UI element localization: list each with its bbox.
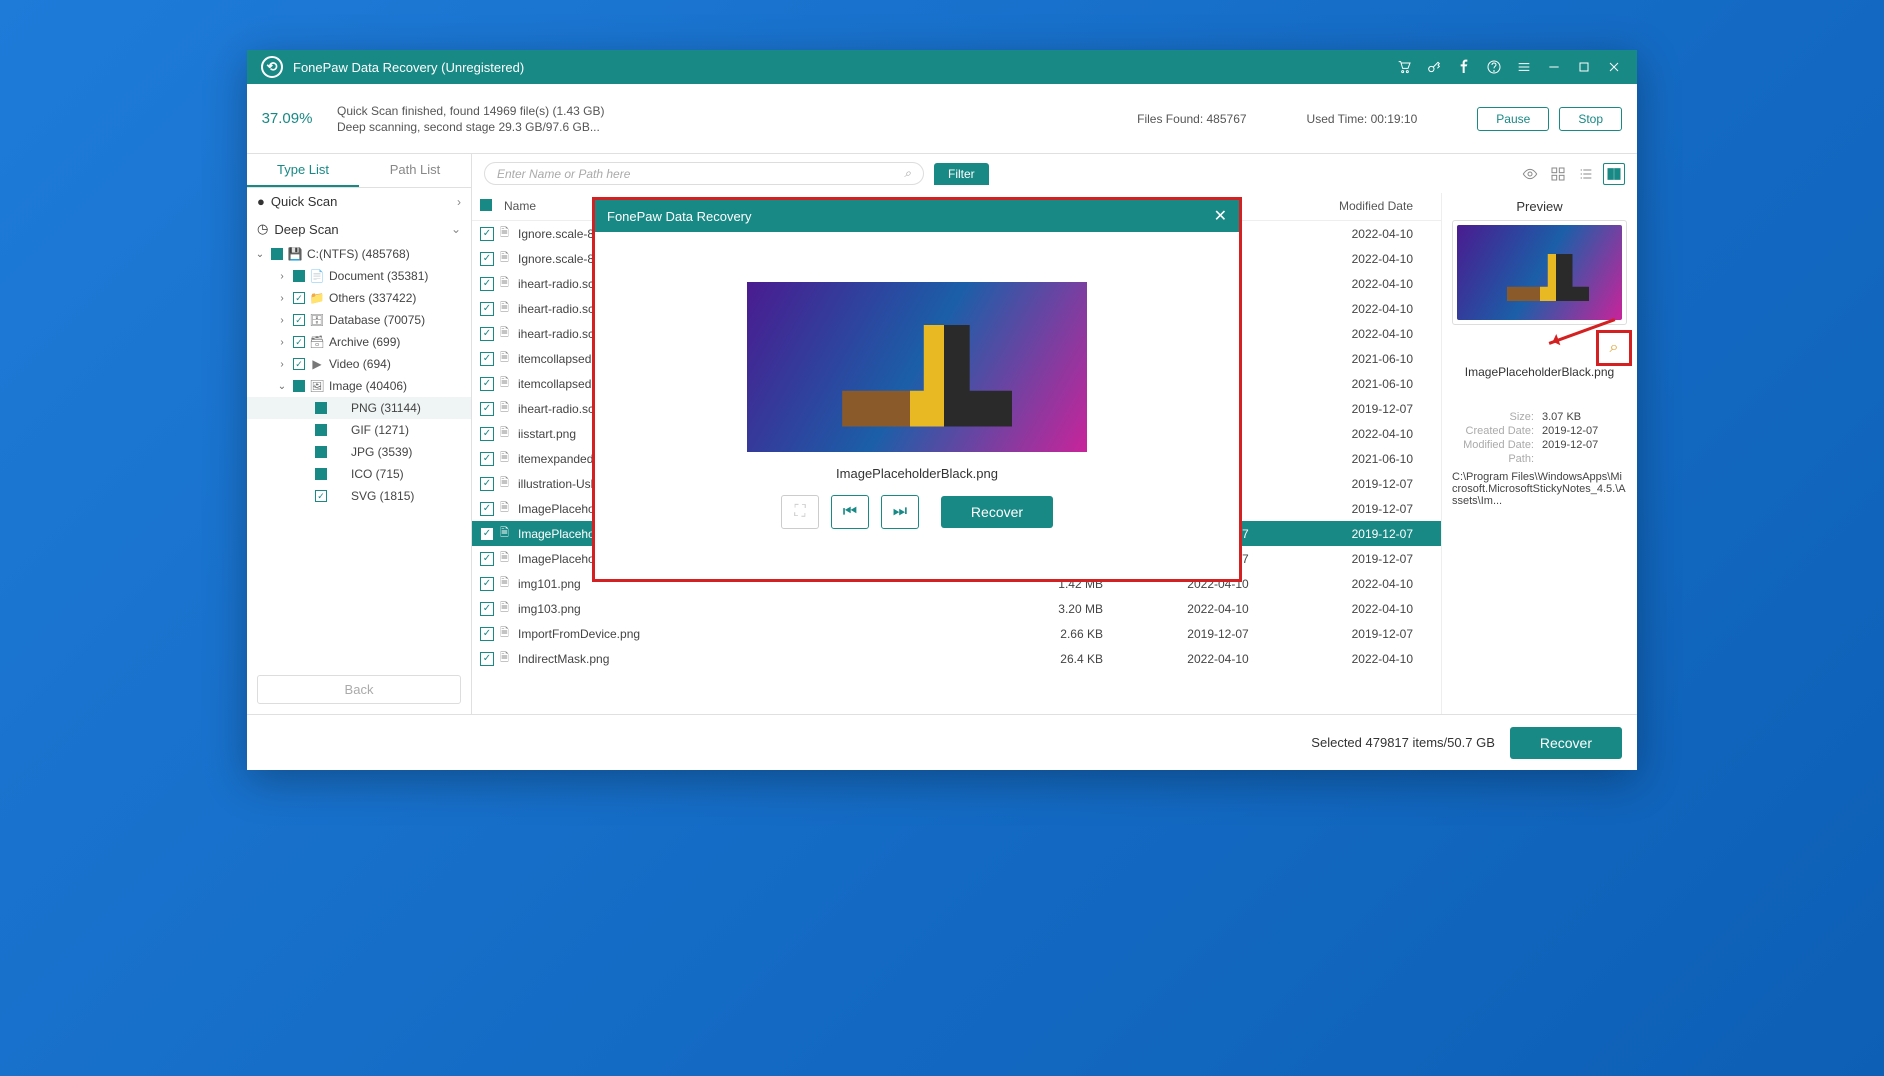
modal-image [747, 282, 1087, 452]
app-logo-icon: ⟲ [261, 56, 283, 78]
tree-node[interactable]: ⌄🖼Image (40406) [247, 375, 471, 397]
scan-percent: 37.09% [247, 84, 327, 154]
used-time: Used Time: 00:19:10 [1307, 112, 1418, 126]
app-title: FonePaw Data Recovery (Unregistered) [293, 60, 524, 75]
footer: Selected 479817 items/50.7 GB Recover [247, 714, 1637, 770]
preview-zoom-icon[interactable]: ⌕ [1596, 330, 1632, 366]
file-tree: ⌄💾C:(NTFS) (485768)›📄Document (35381)›✓📁… [247, 243, 471, 665]
facebook-icon[interactable] [1449, 52, 1479, 82]
scan-info: Quick Scan finished, found 14969 file(s)… [327, 102, 1137, 136]
col-modified[interactable]: Modified Date [1303, 199, 1433, 214]
status-bar: 37.09% Quick Scan finished, found 14969 … [247, 84, 1637, 154]
deep-scan-info: Deep scanning, second stage 29.3 GB/97.6… [337, 120, 1137, 134]
selection-info: Selected 479817 items/50.7 GB [1311, 735, 1495, 750]
preview-path: C:\Program Files\WindowsApps\Microsoft.M… [1452, 471, 1627, 507]
pause-button[interactable]: Pause [1477, 107, 1549, 131]
tree-node[interactable]: ⌄💾C:(NTFS) (485768) [247, 243, 471, 265]
list-view-icon[interactable] [1575, 163, 1597, 185]
preview-modal: FonePaw Data Recovery ✕ ImagePlaceholder… [595, 200, 1239, 579]
preview-image [1457, 225, 1622, 320]
modal-title: FonePaw Data Recovery [607, 209, 752, 224]
titlebar: ⟲ FonePaw Data Recovery (Unregistered) [247, 50, 1637, 84]
sidebar: Type List Path List ●Quick Scan› ◷Deep S… [247, 154, 472, 714]
back-button[interactable]: Back [257, 675, 461, 704]
modal-next-icon[interactable]: ⏭ [881, 495, 919, 529]
modal-expand-icon[interactable]: ⛶ [781, 495, 819, 529]
menu-icon[interactable] [1509, 52, 1539, 82]
help-icon[interactable] [1479, 52, 1509, 82]
tree-node[interactable]: ›✓🗄Database (70075) [247, 309, 471, 331]
preview-modal-highlight: FonePaw Data Recovery ✕ ImagePlaceholder… [592, 197, 1242, 582]
file-row[interactable]: ✓🗎img103.png3.20 MB2022-04-102022-04-10 [472, 596, 1441, 621]
modal-close-icon[interactable]: ✕ [1214, 206, 1227, 226]
tree-node[interactable]: ›📄Document (35381) [247, 265, 471, 287]
file-row[interactable]: ✓🗎IndirectMask.png26.4 KB2022-04-102022-… [472, 646, 1441, 671]
tree-node[interactable]: JPG (3539) [247, 441, 471, 463]
modal-prev-icon[interactable]: ⏮ [831, 495, 869, 529]
cart-icon[interactable] [1389, 52, 1419, 82]
preview-header: Preview [1452, 199, 1627, 214]
search-icon[interactable]: ⌕ [904, 166, 911, 181]
grid-view-icon[interactable] [1547, 163, 1569, 185]
preview-box: ⌕ [1452, 220, 1627, 325]
preview-panel: Preview ⌕ ImagePlaceholderBlack.png Size… [1442, 193, 1637, 714]
stop-button[interactable]: Stop [1559, 107, 1622, 131]
close-icon[interactable] [1599, 52, 1629, 82]
tab-path-list[interactable]: Path List [359, 154, 471, 187]
search-input[interactable]: Enter Name or Path here ⌕ [484, 162, 924, 185]
tab-type-list[interactable]: Type List [247, 154, 359, 187]
detail-view-icon[interactable] [1603, 163, 1625, 185]
modal-recover-button[interactable]: Recover [941, 496, 1053, 528]
tree-node[interactable]: ›✓🗃Archive (699) [247, 331, 471, 353]
deep-scan-section[interactable]: ◷Deep Scan⌄ [247, 215, 471, 243]
quick-scan-info: Quick Scan finished, found 14969 file(s)… [337, 104, 1137, 118]
quick-scan-section[interactable]: ●Quick Scan› [247, 188, 471, 215]
preview-filename: ImagePlaceholderBlack.png [1452, 365, 1627, 379]
key-icon[interactable] [1419, 52, 1449, 82]
tree-node[interactable]: GIF (1271) [247, 419, 471, 441]
recover-button[interactable]: Recover [1510, 727, 1622, 759]
tree-node[interactable]: ›✓📁Others (337422) [247, 287, 471, 309]
app-window: ⟲ FonePaw Data Recovery (Unregistered) 3… [247, 50, 1637, 770]
modal-filename: ImagePlaceholderBlack.png [836, 466, 998, 481]
tree-node[interactable]: ICO (715) [247, 463, 471, 485]
maximize-icon[interactable] [1569, 52, 1599, 82]
tree-node[interactable]: ›✓▶Video (694) [247, 353, 471, 375]
preview-toggle-icon[interactable] [1519, 163, 1541, 185]
minimize-icon[interactable] [1539, 52, 1569, 82]
tree-node[interactable]: PNG (31144) [247, 397, 471, 419]
tree-node[interactable]: ✓SVG (1815) [247, 485, 471, 507]
file-row[interactable]: ✓🗎ImportFromDevice.png2.66 KB2019-12-072… [472, 621, 1441, 646]
files-found: Files Found: 485767 [1137, 112, 1246, 126]
filter-button[interactable]: Filter [934, 163, 989, 185]
